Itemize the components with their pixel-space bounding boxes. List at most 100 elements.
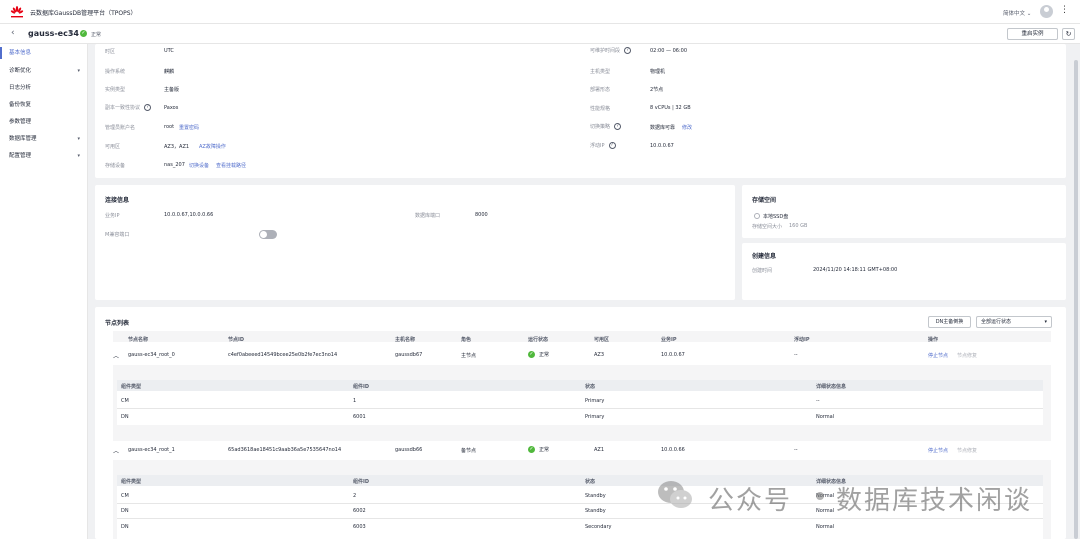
collapse-row-icon[interactable]: ︿ [113, 351, 119, 360]
field-value: 10.0.0.67 [650, 143, 674, 149]
component-id: 6002 [353, 508, 366, 514]
field-value: Paxos [164, 105, 179, 111]
reset-password-link[interactable]: 重置密码 [179, 124, 199, 131]
switch-device-link[interactable]: 切换设备 [189, 162, 209, 169]
column-header: 状态 [585, 384, 596, 390]
back-arrow-icon[interactable]: ‹ [11, 28, 15, 38]
restart-instance-button[interactable]: 重启实例 [1007, 28, 1058, 40]
field-value: 物理机 [650, 69, 666, 75]
disk-radio[interactable] [754, 213, 760, 219]
field-value: 麒麟 [164, 69, 175, 75]
help-icon[interactable]: ? [608, 142, 616, 149]
field-label: 存储空间大小 [752, 224, 783, 230]
node-id: 65ad3618ae18451c9aab36a5e7535647no14 [228, 447, 342, 453]
field-label: 实例类型 [105, 87, 126, 93]
more-vertical-icon[interactable]: ⋮ [1060, 5, 1069, 15]
avatar[interactable] [1040, 5, 1053, 18]
help-icon[interactable]: ? [624, 47, 632, 54]
help-icon[interactable]: ? [614, 123, 622, 130]
node-name: gauss-ec34_root_1 [128, 447, 175, 453]
component-id: 1 [353, 398, 357, 404]
status-ok-icon: ✓ [80, 30, 87, 37]
status-filter-select[interactable]: 全部运行状态 ▾ [976, 316, 1052, 328]
field-value: root [164, 124, 175, 130]
dn-switchover-button[interactable]: DN主备倒换 [928, 316, 971, 328]
component-state: Standby [585, 493, 606, 499]
field-label: 浮动IP? [590, 142, 616, 149]
field-value: 02:00 — 06:00 [650, 48, 687, 54]
column-header: 组件类型 [121, 384, 142, 390]
m-compat-port-toggle[interactable] [259, 230, 277, 239]
watermark-text-2: 数据库技术闲谈 [836, 486, 1033, 516]
node-id: c4ef0abeeed14549bcee25e0b2fe7ec3no14 [228, 352, 338, 358]
column-header: 可用区 [594, 337, 610, 343]
watermark-dot [816, 492, 824, 500]
run-status-text: 正常 [539, 352, 550, 358]
filter-value: 全部运行状态 [981, 319, 1012, 325]
az: AZ3 [594, 352, 605, 358]
field-label: 时区 [105, 49, 116, 55]
help-icon[interactable]: ? [144, 104, 152, 111]
host-name: gaussdb67 [395, 352, 423, 358]
field-value: 数据库可靠 [650, 125, 676, 131]
field-label: 主机类型 [590, 69, 611, 75]
float-ip: -- [794, 352, 798, 358]
mount-path-link[interactable]: 查看挂载路径 [216, 162, 246, 169]
chevron-down-icon[interactable]: ▼ [69, 30, 73, 36]
chevron-down-icon: ▾ [1044, 319, 1047, 325]
modify-policy-link[interactable]: 修改 [682, 124, 692, 131]
chevron-down-icon: ▾ [77, 136, 80, 142]
column-header: 组件ID [353, 479, 370, 485]
az-fault-link[interactable]: AZ故障操作 [199, 143, 226, 150]
repair-node-link[interactable]: 节点修复 [957, 352, 977, 359]
wechat-logo-icon [658, 481, 692, 508]
sidebar-item-db-manage[interactable]: 数据库管理 ▾ [0, 133, 88, 145]
node-role: 备节点 [461, 448, 477, 454]
sidebar-item-backup[interactable]: 备份恢复 [0, 99, 88, 111]
field-label: 切换策略? [590, 123, 622, 130]
repair-node-link[interactable]: 节点修复 [957, 447, 977, 454]
field-label-text: 切换策略 [590, 124, 611, 130]
instance-status: 正常 [91, 32, 102, 38]
node-name: gauss-ec34_root_0 [128, 352, 175, 358]
component-detail: Normal [816, 524, 835, 530]
column-header: 节点ID [228, 337, 245, 343]
collapse-row-icon[interactable]: ︿ [113, 446, 119, 455]
language-selector[interactable]: 简体中文 ⌄ [1003, 9, 1031, 17]
run-status: ✓ 正常 [528, 446, 549, 453]
field-value: 8 vCPUs | 32 GB [650, 105, 691, 111]
field-label: 可维护时间段? [590, 47, 632, 54]
sidebar-item-config[interactable]: 配置管理 ▾ [0, 150, 88, 162]
refresh-icon: ↻ [1065, 30, 1072, 38]
column-header: 业务IP [661, 337, 677, 343]
refresh-button[interactable]: ↻ [1062, 28, 1075, 40]
sidebar-item-params[interactable]: 参数管理 [0, 116, 88, 128]
stop-node-link[interactable]: 停止节点 [928, 352, 948, 359]
card-title: 存储空间 [752, 197, 777, 204]
business-ip: 10.0.0.67,10.0.0.66 [164, 212, 214, 218]
float-ip: -- [794, 447, 798, 453]
connection-card: 连接信息 业务IP 10.0.0.67,10.0.0.66 数据库端口 8000… [95, 185, 735, 300]
stop-node-link[interactable]: 停止节点 [928, 447, 948, 454]
sidebar-item-label: 诊断优化 [9, 68, 32, 74]
component-state: Standby [585, 508, 606, 514]
run-status-text: 正常 [539, 447, 550, 453]
huawei-logo-icon [10, 6, 24, 18]
sidebar-item-logs[interactable]: 日志分析 [0, 82, 88, 94]
host-name: gaussdb66 [395, 447, 423, 453]
component-state: Primary [585, 414, 605, 420]
field-label-text: 副本一致性协议 [105, 105, 141, 111]
sidebar-item-diagnosis[interactable]: 诊断优化 ▾ [0, 65, 88, 77]
row-divider [117, 408, 1043, 409]
business-ip: 10.0.0.66 [661, 447, 685, 453]
page-scrollbar[interactable] [1074, 60, 1078, 539]
component-detail: -- [816, 398, 820, 404]
sidebar-item-basic-info[interactable]: 基本信息 [0, 47, 88, 59]
column-header: 浮动IP [794, 337, 810, 343]
field-label: 存储设备 [105, 163, 126, 169]
column-header: 组件类型 [121, 479, 142, 485]
column-header: 节点名称 [128, 337, 149, 343]
column-header: 主机名称 [395, 337, 416, 343]
run-status: ✓ 正常 [528, 351, 549, 358]
field-label-text: 浮动IP [590, 143, 605, 149]
